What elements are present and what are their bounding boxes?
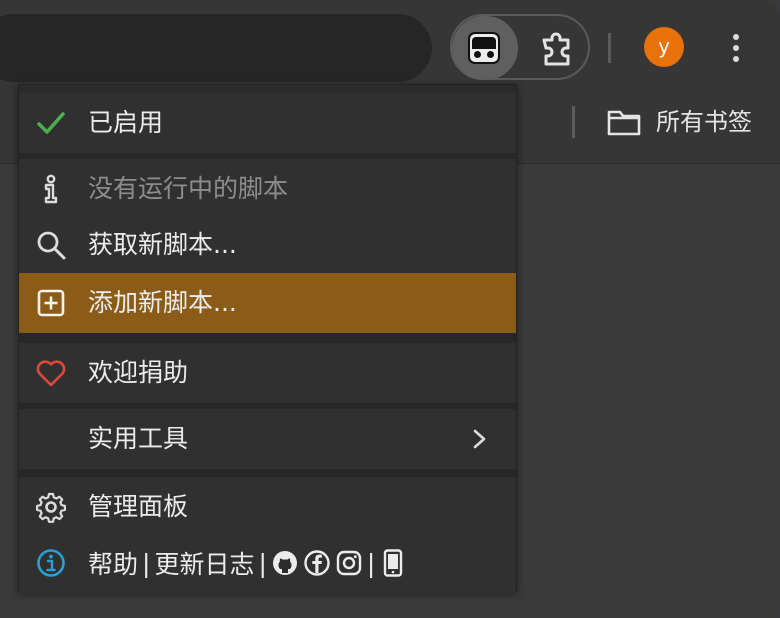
browser-window: y 所有书签 已启用 没有运行中的脚本 获取新脚本... 添加新脚本... 欢迎…	[0, 0, 780, 618]
separator: |	[258, 548, 267, 578]
mobile-icon[interactable]	[379, 549, 407, 577]
instagram-icon[interactable]	[335, 549, 363, 577]
search-icon	[35, 229, 67, 261]
changelog-link[interactable]: 更新日志	[154, 545, 254, 581]
info-icon	[35, 547, 67, 579]
menu-item-utilities[interactable]: 实用工具	[19, 409, 516, 469]
profile-avatar[interactable]: y	[644, 27, 684, 67]
menu-item-donate[interactable]: 欢迎捐助	[19, 343, 516, 403]
check-icon	[35, 107, 67, 139]
help-links-row: 帮助 | 更新日志 | |	[88, 533, 407, 593]
all-bookmarks-label[interactable]: 所有书签	[656, 105, 752, 139]
puzzle-icon[interactable]	[538, 30, 574, 66]
heart-icon	[35, 357, 67, 389]
address-bar[interactable]	[0, 14, 432, 82]
menu-item-enabled[interactable]: 已启用	[19, 93, 516, 153]
donate-label: 欢迎捐助	[88, 358, 189, 387]
menu-item-no-scripts: 没有运行中的脚本	[19, 159, 516, 219]
add-box-icon	[35, 287, 67, 319]
utilities-label: 实用工具	[88, 424, 189, 453]
gear-icon	[35, 491, 67, 523]
browser-toolbar: y	[0, 0, 780, 95]
facebook-icon[interactable]	[303, 549, 331, 577]
bookmarks-divider	[572, 106, 575, 138]
info-pin-icon	[35, 173, 67, 205]
tampermonkey-icon[interactable]	[468, 32, 500, 64]
more-vert-icon[interactable]	[728, 32, 744, 64]
menu-item-add-script[interactable]: 添加新脚本...	[19, 273, 516, 333]
menu-item-dashboard[interactable]: 管理面板	[19, 477, 516, 537]
menu-item-help: 帮助 | 更新日志 | |	[19, 533, 516, 593]
folder-icon[interactable]	[607, 108, 641, 136]
chevron-right-icon	[473, 429, 486, 449]
github-icon[interactable]	[271, 549, 299, 577]
menu-item-get-scripts[interactable]: 获取新脚本...	[19, 215, 516, 275]
toolbar-divider	[608, 33, 611, 63]
get-scripts-label: 获取新脚本...	[88, 230, 237, 259]
add-script-label: 添加新脚本...	[88, 288, 237, 317]
tampermonkey-popup-menu: 已启用 没有运行中的脚本 获取新脚本... 添加新脚本... 欢迎捐助 实用工具…	[18, 84, 517, 593]
menu-divider	[19, 333, 516, 343]
dashboard-label: 管理面板	[88, 492, 189, 521]
separator: |	[142, 548, 151, 578]
enabled-label: 已启用	[88, 108, 164, 137]
no-scripts-label: 没有运行中的脚本	[88, 174, 289, 203]
help-link[interactable]: 帮助	[88, 545, 138, 581]
separator: |	[366, 548, 376, 578]
